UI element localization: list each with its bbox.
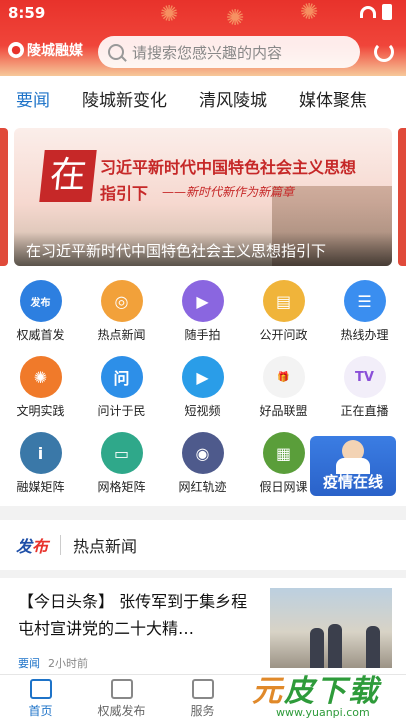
grid-item-info[interactable]: i 融媒矩阵 (0, 432, 81, 508)
grid-item-label: 好品联盟 (259, 404, 308, 418)
banner-area: 在 习近平新时代中国特色社会主义思想 指引下 ——新时代新作为新篇章 在习近平新… (0, 120, 406, 270)
nav-item-list[interactable]: 权威发布 (81, 675, 162, 723)
logo-mark-icon: ● (8, 42, 24, 58)
home-icon (29, 679, 52, 699)
info-icon: i (19, 432, 62, 474)
section-title: 热点新闻 (73, 537, 138, 556)
nav-item-bookmark[interactable]: 服务 (162, 675, 243, 723)
banner-line2: 指引下 (100, 184, 149, 203)
firework-decoration: ✺ (160, 2, 179, 27)
search-icon (108, 44, 124, 60)
list-icon (110, 679, 133, 699)
divider (60, 535, 62, 555)
grid-item-publish[interactable]: 发布 权威首发 (0, 280, 81, 356)
app-header: ✺ ✺ ✺ 8:59 ● 陵城融媒 请搜索您感兴趣的内容 (0, 0, 406, 76)
film-icon: ▶ (181, 356, 224, 398)
bookmark-icon (191, 679, 214, 699)
category-tabs: 要闻 陵城新变化 清风陵城 媒体聚焦 (0, 76, 406, 123)
banner-big-char: 在 (39, 150, 97, 202)
news-list-item[interactable]: 【今日头条】 张传军到于集乡程屯村宣讲党的二十大精… 要闻 2小时前 (0, 578, 406, 674)
tab-media-focus[interactable]: 媒体聚焦 (299, 80, 367, 117)
grid-item-label: 假日网课 (259, 480, 308, 494)
status-icons (360, 4, 392, 20)
hot-news-section-header: 发布 热点新闻 (0, 520, 406, 570)
ask-icon: 问 (100, 356, 143, 398)
tv-icon: TV (343, 356, 386, 398)
search-placeholder: 请搜索您感兴趣的内容 (132, 43, 283, 62)
grid-item-label: 随手拍 (184, 328, 221, 342)
grid-item-label: 正在直播 (340, 404, 389, 418)
firework-decoration: ✺ (300, 0, 319, 25)
nav-label: 权威发布 (97, 704, 146, 718)
palm-icon: ✺ (19, 356, 62, 398)
grid-item-label: 融媒矩阵 (16, 480, 65, 494)
grid-item-label: 网格矩阵 (97, 480, 146, 494)
gift-icon: 🎁 (262, 356, 305, 398)
next-slide-peek[interactable] (398, 128, 406, 266)
grid-item-ask[interactable]: 问问计于民 (81, 356, 162, 432)
wifi-icon (360, 6, 376, 18)
banner-line1: 习近平新时代中国特色社会主义思想 (100, 158, 357, 177)
grid-item-label: 热线办理 (340, 328, 389, 342)
news-thumbnail (270, 588, 392, 668)
news-source: 要闻 (18, 657, 40, 670)
grid-item-gift[interactable]: 🎁 好品联盟 (243, 356, 324, 432)
status-time: 8:59 (8, 4, 46, 22)
battery-icon (382, 4, 392, 20)
grid-item-document[interactable]: ▤ 公开问政 (243, 280, 324, 356)
location-pin-icon: ◉ (181, 432, 224, 474)
banner-carousel[interactable]: 在 习近平新时代中国特色社会主义思想 指引下 ——新时代新作为新篇章 在习近平新… (14, 128, 392, 266)
firework-decoration: ✺ (226, 6, 245, 31)
grid-item-location-pin[interactable]: ◉ 网红轨迹 (162, 432, 243, 508)
target-news-icon: ◎ (100, 280, 143, 322)
grid-item-label: 问计于民 (97, 404, 146, 418)
document-icon: ▤ (262, 280, 305, 322)
app-logo: ● 陵城融媒 (8, 40, 83, 60)
nav-label: 首页 (28, 704, 53, 718)
news-meta: 要闻 2小时前 (18, 655, 88, 671)
publish-brand-logo: 发布 (16, 537, 49, 556)
grid-item-tv[interactable]: TV 正在直播 (324, 356, 405, 432)
news-time: 2小时前 (48, 657, 88, 670)
grid-item-chat[interactable]: ▭ 网格矩阵 (81, 432, 162, 508)
site-watermark: 元皮下载 www.yuanpi.com (246, 662, 406, 723)
epidemic-online-card[interactable]: 疫情在线 (310, 436, 396, 496)
feature-grid-area: 发布权威首发 ◎ 热点新闻 ▶ 随手拍 ▤ 公开问政 ☰ 热线办理 ✺ 文明实践 问问计于民 ▶ 短视频 🎁… (0, 270, 406, 506)
video-camera-icon: ▶ (181, 280, 224, 322)
grid-item-palm[interactable]: ✺ 文明实践 (0, 356, 81, 432)
printer-icon: ▦ (262, 432, 305, 474)
chat-icon: ▭ (100, 432, 143, 474)
grid-item-target-news[interactable]: ◎ 热点新闻 (81, 280, 162, 356)
banner-slogan: ——新时代新作为新篇章 (162, 185, 295, 199)
hotline-icon: ☰ (343, 280, 386, 322)
grid-item-label: 热点新闻 (97, 328, 146, 342)
grid-item-hotline[interactable]: ☰ 热线办理 (324, 280, 405, 356)
grid-item-label: 公开问政 (259, 328, 308, 342)
watermark-text: 元皮下载 (252, 674, 380, 709)
tab-changes[interactable]: 陵城新变化 (82, 80, 167, 117)
tab-news[interactable]: 要闻 (16, 80, 50, 123)
banner-caption: 在习近平新时代中国特色社会主义思想指引下 (14, 232, 392, 266)
grid-item-label: 权威首发 (16, 328, 65, 342)
watermark-url: www.yuanpi.com (276, 706, 370, 719)
grid-item-label: 文明实践 (16, 404, 65, 418)
tab-integrity[interactable]: 清风陵城 (199, 80, 267, 117)
grid-item-label: 短视频 (184, 404, 221, 418)
publish-icon: 发布 (19, 280, 62, 322)
epidemic-label: 疫情在线 (322, 473, 383, 491)
nav-item-home[interactable]: 首页 (0, 675, 81, 723)
grid-item-video-camera[interactable]: ▶ 随手拍 (162, 280, 243, 356)
grid-item-label: 网红轨迹 (178, 480, 227, 494)
grid-item-film[interactable]: ▶ 短视频 (162, 356, 243, 432)
search-bar[interactable]: 请搜索您感兴趣的内容 (98, 36, 360, 68)
news-headline: 【今日头条】 张传军到于集乡程屯村宣讲党的二十大精… (18, 592, 248, 638)
nav-label: 服务 (190, 704, 215, 718)
logo-text: 陵城融媒 (27, 43, 83, 59)
prev-slide-peek[interactable] (0, 128, 8, 266)
refresh-icon[interactable] (374, 42, 394, 62)
